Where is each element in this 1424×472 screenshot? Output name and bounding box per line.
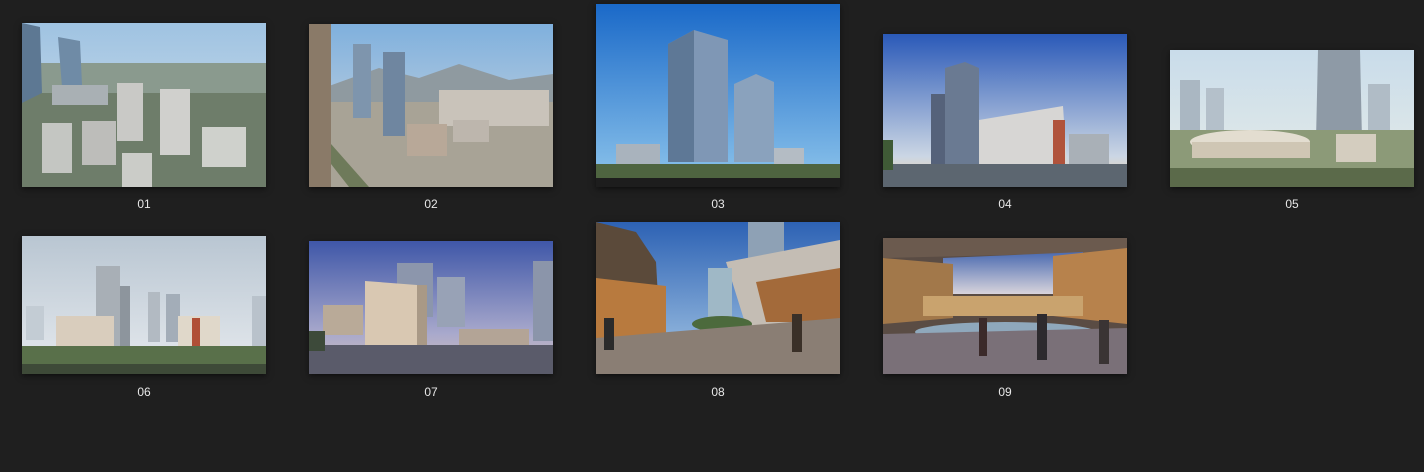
thumbnail-image-09[interactable] — [883, 238, 1127, 374]
thumbnail-label-09: 09 — [998, 385, 1012, 399]
thumbnail-label-08: 08 — [711, 385, 725, 399]
thumbnail-item-01[interactable]: 01 — [22, 0, 266, 211]
thumbnail-image-04[interactable] — [883, 34, 1127, 187]
thumbnail-item-09[interactable]: 09 — [883, 188, 1127, 399]
thumbnail-image-07[interactable] — [309, 241, 553, 374]
thumbnail-image-05[interactable] — [1170, 50, 1414, 187]
thumbnail-image-08[interactable] — [596, 222, 840, 374]
thumbnail-label-05: 05 — [1285, 197, 1299, 211]
thumbnail-image-06[interactable] — [22, 236, 266, 374]
thumbnail-item-04[interactable]: 04 — [883, 0, 1127, 211]
thumbnail-item-08[interactable]: 08 — [596, 188, 840, 399]
thumbnail-item-05[interactable]: 05 — [1170, 0, 1414, 211]
thumbnail-gallery: 01 02 03 04 05 06 07 08 09 — [0, 0, 1424, 472]
thumbnail-item-03[interactable]: 03 — [596, 0, 840, 211]
thumbnail-item-02[interactable]: 02 — [309, 0, 553, 211]
thumbnail-label-06: 06 — [137, 385, 151, 399]
thumbnail-image-03[interactable] — [596, 4, 840, 187]
thumbnail-item-07[interactable]: 07 — [309, 188, 553, 399]
thumbnail-label-07: 07 — [424, 385, 438, 399]
thumbnail-image-01[interactable] — [22, 23, 266, 187]
thumbnail-image-02[interactable] — [309, 24, 553, 187]
thumbnail-item-06[interactable]: 06 — [22, 188, 266, 399]
